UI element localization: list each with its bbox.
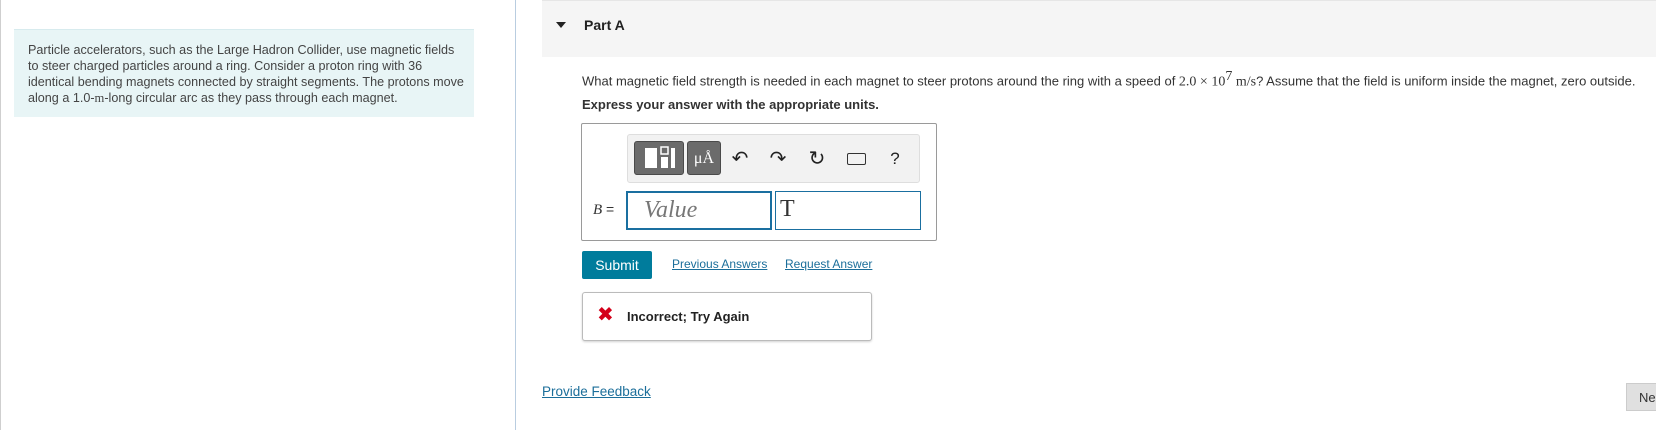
- submit-button[interactable]: Submit: [582, 251, 652, 279]
- question-text-2: ? Assume that the field is uniform insid…: [1256, 73, 1636, 89]
- answer-equals: =: [602, 201, 615, 217]
- unit-input[interactable]: T: [775, 191, 921, 230]
- reset-icon[interactable]: ↻: [805, 147, 829, 171]
- question-text: What magnetic field strength is needed i…: [582, 69, 1635, 90]
- answer-variable-label: B =: [593, 201, 614, 219]
- problem-intro: Particle accelerators, such as the Large…: [14, 29, 474, 117]
- intro-unit-m: m: [94, 91, 105, 105]
- question-text-1: What magnetic field strength is needed i…: [582, 73, 1179, 89]
- redo-icon[interactable]: ↷: [766, 147, 790, 171]
- answer-variable: B: [593, 202, 603, 218]
- undo-icon[interactable]: ↶: [728, 147, 752, 171]
- keyboard-icon[interactable]: [844, 147, 868, 171]
- feedback-text: Incorrect; Try Again: [627, 309, 750, 324]
- answer-instruction: Express your answer with the appropriate…: [582, 97, 879, 112]
- question-value: 2.0 × 10: [1178, 74, 1226, 90]
- templates-icon: [645, 146, 675, 168]
- previous-answers-link[interactable]: Previous Answers: [672, 257, 767, 271]
- value-input[interactable]: Value: [626, 191, 772, 230]
- request-answer-link[interactable]: Request Answer: [785, 257, 872, 271]
- provide-feedback-link[interactable]: Provide Feedback: [542, 384, 651, 399]
- collapse-caret-icon[interactable]: [556, 22, 566, 28]
- page-left-border: [0, 0, 1, 430]
- part-title: Part A: [584, 17, 625, 33]
- units-button[interactable]: μÅ: [687, 141, 721, 175]
- templates-button[interactable]: [634, 141, 684, 175]
- part-a-header[interactable]: Part A: [542, 0, 1656, 57]
- help-icon[interactable]: ?: [883, 147, 907, 171]
- intro-text-2: -long circular arc as they pass through …: [104, 91, 398, 105]
- answer-box: μÅ ↶ ↷ ↻ ? B = Value T: [581, 123, 937, 241]
- math-toolbar: μÅ ↶ ↷ ↻ ?: [627, 134, 920, 183]
- incorrect-x-icon: ✖: [597, 304, 614, 326]
- next-button[interactable]: Ne: [1626, 383, 1656, 411]
- question-units: m/s: [1232, 74, 1257, 90]
- pane-divider: [515, 0, 516, 430]
- feedback-box: ✖ Incorrect; Try Again: [582, 292, 872, 341]
